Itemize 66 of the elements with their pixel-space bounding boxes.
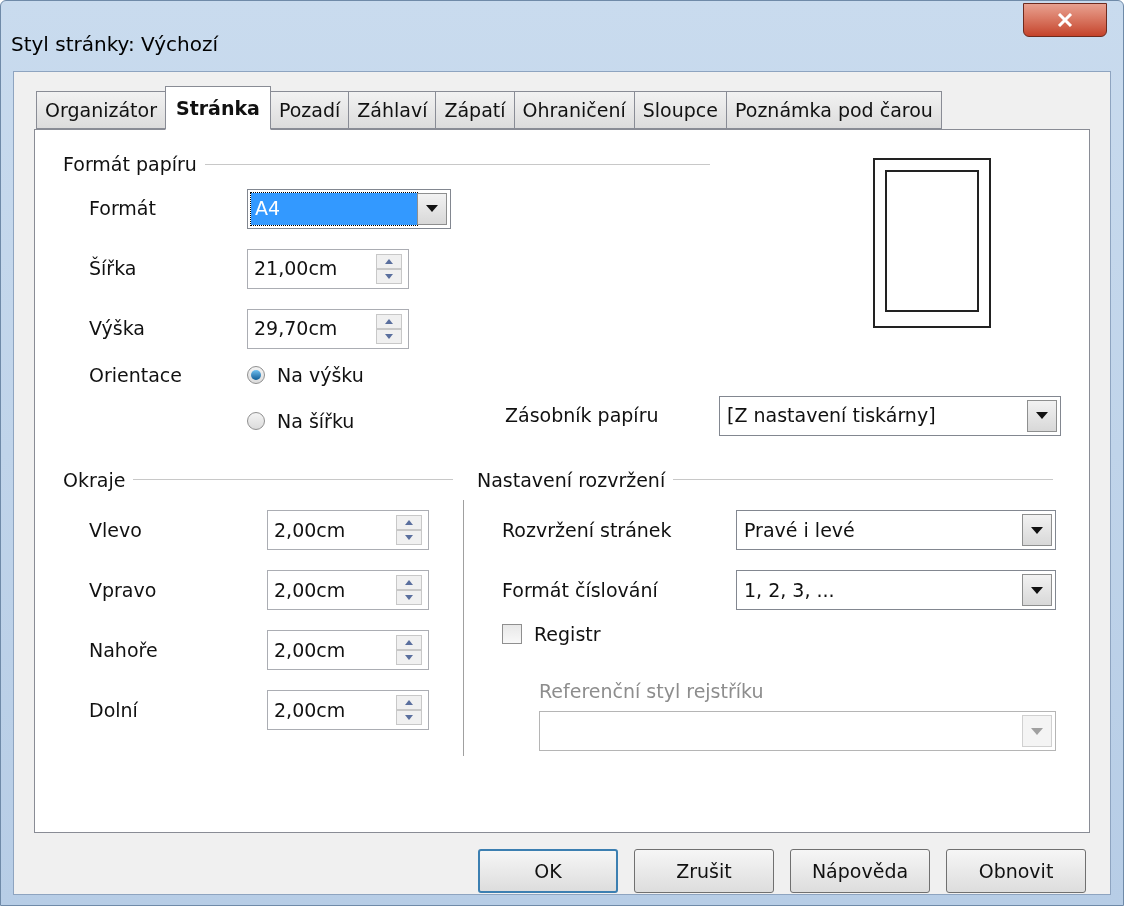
tab[interactable]: Organizátor bbox=[36, 91, 166, 129]
dropdown-arrow-icon bbox=[1031, 526, 1043, 534]
spin-arrows-icon[interactable] bbox=[396, 695, 422, 725]
spin-field[interactable]: 2,00cm bbox=[267, 690, 429, 730]
dropdown-value: [Z nastavení tiskárny] bbox=[727, 403, 936, 429]
dialog-button[interactable]: OK bbox=[478, 849, 618, 893]
field-label: Nahoře bbox=[89, 637, 159, 663]
tab[interactable]: Záhlaví bbox=[348, 91, 437, 129]
radio-button[interactable] bbox=[247, 365, 265, 384]
tab[interactable]: Pozadí bbox=[269, 91, 350, 129]
radio-label: Na výšku bbox=[277, 362, 364, 388]
field-label: Vpravo bbox=[89, 577, 158, 603]
spin-arrows-icon[interactable] bbox=[396, 575, 422, 605]
dropdown[interactable]: Pravé i levé bbox=[736, 510, 1056, 550]
spin-field[interactable]: 21,00cm bbox=[247, 248, 409, 289]
dropdown-arrow-icon bbox=[1036, 412, 1048, 419]
spin-arrows-icon[interactable] bbox=[396, 515, 422, 545]
field-label: Výška bbox=[89, 316, 146, 342]
close-icon bbox=[1057, 13, 1073, 27]
tab[interactable]: Sloupce bbox=[633, 91, 727, 129]
spin-value: 2,00cm bbox=[274, 697, 347, 723]
spin-value: 2,00cm bbox=[274, 637, 347, 663]
dropdown-arrow-icon bbox=[426, 205, 438, 212]
dropdown-value: 1, 2, 3, ... bbox=[744, 577, 835, 603]
dropdown[interactable]: [Z nastavení tiskárny] bbox=[719, 395, 1061, 436]
group-heading: Okraje bbox=[63, 467, 126, 493]
tab[interactable]: Stránka bbox=[164, 86, 271, 130]
group-heading: Nastavení rozvržení bbox=[477, 467, 666, 493]
spin-value: 2,00cm bbox=[274, 577, 347, 603]
close-button[interactable] bbox=[1023, 3, 1107, 37]
dropdown[interactable]: 1, 2, 3, ... bbox=[736, 570, 1056, 610]
field-label: Orientace bbox=[89, 362, 183, 388]
dialog-button[interactable]: Nápověda bbox=[790, 849, 930, 893]
dropdown-arrow-icon bbox=[1031, 727, 1043, 735]
field-label: Zásobník papíru bbox=[505, 403, 660, 429]
dropdown-arrow-icon bbox=[1031, 586, 1043, 594]
field-label: Referenční styl rejstříku bbox=[539, 678, 765, 704]
tab[interactable]: Poznámka pod čarou bbox=[726, 91, 942, 129]
spin-arrows-icon[interactable] bbox=[376, 253, 402, 284]
dropdown-value: A4 bbox=[255, 196, 281, 222]
spin-value: 2,00cm bbox=[274, 517, 347, 543]
spin-field[interactable]: 2,00cm bbox=[267, 510, 429, 550]
spin-arrows-icon[interactable] bbox=[376, 313, 402, 344]
spin-field[interactable]: 2,00cm bbox=[267, 630, 429, 670]
tab[interactable]: Zápatí bbox=[435, 91, 515, 129]
checkbox-label: Registr bbox=[534, 622, 601, 647]
spin-field[interactable]: 2,00cm bbox=[267, 570, 429, 610]
spin-value: 29,70cm bbox=[254, 316, 339, 342]
field-label: Šířka bbox=[89, 255, 138, 282]
window-title: Styl stránky: Výchozí bbox=[11, 31, 220, 58]
tab[interactable]: Ohraničení bbox=[513, 91, 635, 129]
radio-label: Na šířku bbox=[277, 409, 355, 434]
spin-value: 21,00cm bbox=[254, 256, 339, 282]
spin-arrows-icon[interactable] bbox=[396, 635, 422, 665]
checkbox[interactable] bbox=[502, 624, 522, 645]
radio-button[interactable] bbox=[247, 412, 265, 431]
field-label: Dolní bbox=[89, 697, 139, 723]
field-label: Formát bbox=[89, 196, 157, 222]
field-label: Rozvržení stránek bbox=[502, 517, 673, 543]
dialog-button[interactable]: Zrušit bbox=[634, 849, 774, 893]
field-label: Formát číslování bbox=[502, 577, 659, 603]
field-label: Vlevo bbox=[89, 517, 143, 543]
spin-field[interactable]: 29,70cm bbox=[247, 308, 409, 349]
dropdown-value: Pravé i levé bbox=[744, 517, 855, 543]
dialog-button[interactable]: Obnovit bbox=[946, 849, 1086, 893]
group-heading: Formát papíru bbox=[63, 152, 197, 177]
